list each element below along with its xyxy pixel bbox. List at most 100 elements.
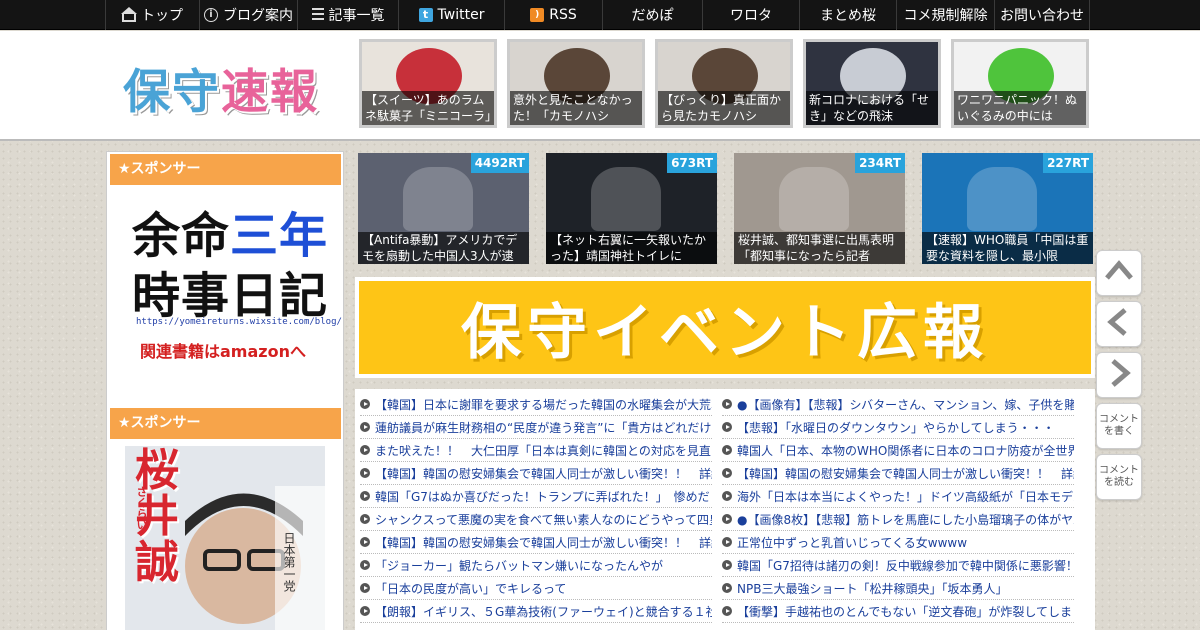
nav-comment-unblock[interactable]: コメ規制解除 (896, 0, 994, 30)
rt-caption: 【Antifa暴動】アメリカでデモを扇動した中国人3人が逮捕 (358, 232, 529, 264)
article-link-text: 【韓国】日本に謝罪を要求する場だった韓国の水曜集会が大荒れ (375, 397, 712, 412)
article-link[interactable]: 【韓国】韓国の慰安婦集会で韓国人同士が激しい衝突！！ 詳細 (722, 462, 1074, 485)
thumb-caption: 意外と見たことなかった！「カモノハシ (510, 91, 642, 125)
nav-article-list[interactable]: 記事一覧 (297, 0, 398, 30)
rt-count-badge: 673RT (667, 153, 717, 173)
rt-article[interactable]: 4492RT 【Antifa暴動】アメリカでデモを扇動した中国人3人が逮捕 (358, 153, 529, 264)
article-link[interactable]: 海外「日本は本当によくやった！」ドイツ高級紙が「日本モデル (722, 485, 1074, 508)
article-link[interactable]: ●【画像有】【悲報】シバターさん、マンション、嫁、子供を賭け (722, 393, 1074, 416)
event-banner-text: 保守イベント広報 (359, 281, 1091, 374)
rt-image (967, 167, 1037, 231)
links-column-left: 【韓国】日本に謝罪を要求する場だった韓国の水曜集会が大荒れ蓮舫議員が麻生財務相の… (360, 393, 712, 630)
nav-label: お問い合わせ (1000, 8, 1084, 24)
article-link-text: また吠えた！！ 大仁田厚「日本は真剣に韓国との対応を見直 (375, 443, 711, 458)
side-button-comment-read[interactable]: コメントを読む (1096, 454, 1142, 500)
article-link-text: 韓国人「日本、本物のWHO関係者に日本のコロナ防疫が全世界 (737, 443, 1074, 458)
article-link[interactable]: ●【画像8枚】【悲報】筋トレを馬鹿にした小島瑠璃子の体がヤバ (722, 508, 1074, 531)
article-link[interactable]: 韓国人「日本、本物のWHO関係者に日本のコロナ防疫が全世界 (722, 439, 1074, 462)
arrow-bullet-icon (722, 606, 732, 616)
sponsor-banner-portrait[interactable]: 桜井誠 さくらい 日本第一党 (125, 446, 325, 630)
nav-blog-guide[interactable]: i ブログ案内 (199, 0, 297, 30)
article-link[interactable]: 正常位中ずっと乳首いじってくる女wwww (722, 531, 1074, 554)
book-url: https://yomeireturns.wixsite.com/blog/ (136, 317, 342, 327)
article-link[interactable]: 韓国「G7招待は諸刃の剣！反中戦線参加で韓中関係に悪影響！ (722, 554, 1074, 577)
nav-label: ブログ案内 (223, 8, 293, 24)
rt-caption: 桜井誠、都知事選に出馬表明「都知事になったら記者 (734, 232, 905, 264)
side-button-chevron-up[interactable] (1096, 250, 1142, 296)
comment-write-icon: コメントを書く (1099, 414, 1139, 437)
header-thumb[interactable]: ワニワニパニック！ぬいぐるみの中には (951, 39, 1089, 128)
article-link[interactable]: 蓮舫議員が麻生財務相の“民度が違う発言”に「貴方はどれだけ (360, 416, 712, 439)
arrow-bullet-icon (722, 399, 732, 409)
arrow-bullet-icon (722, 514, 732, 524)
rt-image (591, 167, 661, 231)
article-link[interactable]: 【衝撃】手越祐也のとんでもない「逆文春砲」が炸裂してしまう (722, 600, 1074, 623)
arrow-bullet-icon (360, 491, 370, 501)
header-thumbnails: 【スイーツ】あのラムネ駄菓子「ミニコーラ」が意外と見たことなかった！「カモノハシ… (359, 39, 1089, 128)
side-button-chevron-right[interactable] (1096, 352, 1142, 398)
nav-warota[interactable]: ワロタ (702, 0, 799, 30)
article-link[interactable]: 「日本の民度が高い」でキレるって (360, 577, 712, 600)
article-link-text: 【朗報】イギリス、５G華為技術(ファーウェイ)と競合する１社 (375, 604, 712, 619)
event-banner[interactable]: 保守イベント広報 (355, 277, 1095, 378)
nav-label: だめぽ (631, 8, 674, 24)
sponsor-heading: ★スポンサー (110, 154, 341, 185)
nav-matome-sakura[interactable]: まとめ桜 (799, 0, 896, 30)
arrow-bullet-icon (360, 422, 370, 432)
article-link-text: 【衝撃】手越祐也のとんでもない「逆文春砲」が炸裂してしまう (737, 604, 1074, 619)
arrow-bullet-icon (722, 422, 732, 432)
article-link-text: 正常位中ずっと乳首いじってくる女wwww (737, 535, 968, 550)
article-link[interactable]: 韓国「G7はぬか喜びだった！トランプに弄ばれた！」 惨めだ (360, 485, 712, 508)
nav-contact[interactable]: お問い合わせ (994, 0, 1090, 30)
amazon-link[interactable]: 関連書籍はamazonへ (140, 338, 306, 362)
book-title-line2: 時事日記 (132, 268, 329, 324)
links-column-right: ●【画像有】【悲報】シバターさん、マンション、嫁、子供を賭け【悲報】「水曜日のダ… (722, 393, 1074, 630)
chevron-up-icon (1102, 254, 1136, 292)
twitter-icon: t (418, 8, 433, 22)
side-button-chevron-left[interactable] (1096, 301, 1142, 347)
nav-rss[interactable]: ) RSS (504, 0, 602, 30)
article-link[interactable]: 【朗報】イギリス、５G華為技術(ファーウェイ)と競合する１社 (360, 600, 712, 623)
rt-article[interactable]: 673RT 【ネット右翼に一矢報いたかった】靖国神社トイレに (546, 153, 717, 264)
arrow-bullet-icon (360, 399, 370, 409)
side-button-comment-write[interactable]: コメントを書く (1096, 403, 1142, 449)
home-icon (121, 6, 137, 22)
sponsor-banner-book[interactable]: 余命三年 時事日記 https://yomeireturns.wixsite.c… (110, 190, 342, 380)
article-link[interactable]: 【韓国】日本に謝罪を要求する場だった韓国の水曜集会が大荒れ (360, 393, 712, 416)
article-link-text: NPB三大最強ショート「松井稼頭央」「坂本勇人」 (737, 581, 1008, 596)
side-floating-buttons: コメントを書くコメントを読む (1096, 250, 1146, 505)
article-link[interactable]: 【悲報】「水曜日のダウンタウン」やらかしてしまう・・・ (722, 416, 1074, 439)
thumb-caption: 【びっくり】真正面から見たカモノハシ (658, 91, 790, 125)
nav-damepo[interactable]: だめぽ (602, 0, 702, 30)
article-link-text: 【悲報】「水曜日のダウンタウン」やらかしてしまう・・・ (737, 420, 1055, 435)
article-link[interactable]: また吠えた！！ 大仁田厚「日本は真剣に韓国との対応を見直 (360, 439, 712, 462)
article-link[interactable]: シャンクスって悪魔の実を食べて無い素人なのにどうやって四皇 (360, 508, 712, 531)
header-thumb[interactable]: 新コロナにおける「せき」などの飛沫 (803, 39, 941, 128)
article-link[interactable]: 【韓国】韓国の慰安婦集会で韓国人同士が激しい衝突！！ 詳細 (360, 531, 712, 554)
article-link[interactable]: NPB三大最強ショート「松井稼頭央」「坂本勇人」 (722, 577, 1074, 600)
site-logo[interactable]: 保守速報 (123, 53, 319, 122)
nav-label: RSS (549, 7, 577, 23)
arrow-bullet-icon (722, 468, 732, 478)
article-link-text: 海外「日本は本当によくやった！」ドイツ高級紙が「日本モデル (737, 489, 1074, 504)
chevron-left-icon (1102, 305, 1136, 343)
rt-article[interactable]: 227RT 【速報】WHO職員「中国は重要な資料を隠し、最小限 (922, 153, 1093, 264)
header-thumb[interactable]: 【スイーツ】あのラムネ駄菓子「ミニコーラ」が (359, 39, 497, 128)
header-thumb[interactable]: 意外と見たことなかった！「カモノハシ (507, 39, 645, 128)
logo-part1: 保守 (123, 65, 221, 120)
sidebar: ★スポンサー 余命三年 時事日記 https://yomeireturns.wi… (106, 151, 344, 630)
nav-top[interactable]: トップ (105, 0, 199, 30)
arrow-bullet-icon (360, 514, 370, 524)
rt-caption: 【ネット右翼に一矢報いたかった】靖国神社トイレに (546, 232, 717, 264)
nav-label: コメ規制解除 (903, 8, 988, 24)
arrow-bullet-icon (722, 445, 732, 455)
article-link-text: 韓国「G7はぬか喜びだった！トランプに弄ばれた！」 惨めだ (375, 489, 710, 504)
article-link[interactable]: 「ジョーカー」観たらバットマン嫌いになったんやが (360, 554, 712, 577)
article-link-text: ●【画像8枚】【悲報】筋トレを馬鹿にした小島瑠璃子の体がヤバ (737, 512, 1074, 527)
article-link[interactable]: 【韓国】韓国の慰安婦集会で韓国人同士が激しい衝突！！ 詳細 (360, 462, 712, 485)
chevron-right-icon (1102, 356, 1136, 394)
rt-article[interactable]: 234RT 桜井誠、都知事選に出馬表明「都知事になったら記者 (734, 153, 905, 264)
header-thumb[interactable]: 【びっくり】真正面から見たカモノハシ (655, 39, 793, 128)
arrow-bullet-icon (360, 606, 370, 616)
nav-twitter[interactable]: t Twitter (398, 0, 504, 30)
